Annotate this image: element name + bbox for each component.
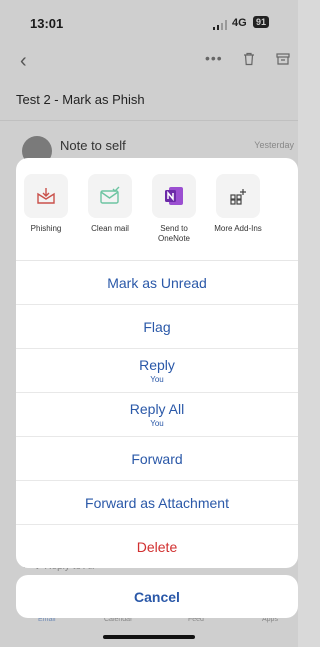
action-sublabel: You [150, 375, 164, 384]
home-indicator [103, 635, 195, 639]
action-label: Reply [139, 357, 175, 373]
trash-icon[interactable] [242, 52, 256, 66]
status-time: 13:01 [30, 16, 64, 31]
action-label: Flag [143, 318, 171, 335]
reply-all-button[interactable]: Reply All You [16, 393, 298, 437]
addin-label: Clean mail [91, 224, 129, 233]
addin-more-addins[interactable]: More Add-Ins [210, 174, 266, 234]
reply-button[interactable]: Reply You [16, 349, 298, 393]
action-label: Forward [131, 450, 183, 467]
archive-icon[interactable] [276, 52, 290, 66]
flag-button[interactable]: Flag [16, 305, 298, 349]
addin-send-to-onenote[interactable]: Send to OneNote [146, 174, 202, 244]
mark-as-unread-button[interactable]: Mark as Unread [16, 261, 298, 305]
forward-button[interactable]: Forward [16, 437, 298, 481]
message-subject: Test 2 - Mark as Phish [16, 92, 145, 107]
more-icon[interactable]: ••• [205, 50, 223, 66]
addin-clean-mail[interactable]: Clean mail [82, 174, 138, 234]
status-bar: 13:01 4G 91 [0, 0, 298, 44]
phishing-icon [24, 174, 68, 218]
back-icon[interactable]: ‹ [20, 50, 27, 73]
onenote-icon [152, 174, 196, 218]
message-toolbar: ‹ ••• [0, 46, 298, 76]
action-label: Reply All [129, 401, 185, 417]
addin-label: More Add-Ins [214, 224, 262, 233]
divider [0, 120, 298, 121]
action-sheet: Phishing Clean mail Send to OneNote More… [16, 158, 298, 568]
action-label: Delete [136, 538, 178, 555]
message-date: Yesterday [254, 140, 294, 150]
addin-label: Phishing [30, 224, 62, 233]
clean-mail-icon [88, 174, 132, 218]
sender-name: Note to self [60, 138, 126, 153]
more-addins-icon [216, 174, 260, 218]
signal-icon [213, 20, 227, 30]
action-label: Mark as Unread [107, 274, 207, 291]
cancel-button[interactable]: Cancel [16, 575, 298, 618]
network-type: 4G [232, 17, 247, 29]
delete-button[interactable]: Delete [16, 525, 298, 568]
forward-as-attachment-button[interactable]: Forward as Attachment [16, 481, 298, 525]
action-sublabel: You [150, 419, 164, 428]
addins-row: Phishing Clean mail Send to OneNote More… [16, 158, 298, 261]
addin-phishing[interactable]: Phishing [18, 174, 74, 234]
action-label: Forward as Attachment [85, 494, 229, 511]
battery-level: 91 [253, 16, 270, 28]
addin-label: Send to OneNote [157, 224, 191, 243]
